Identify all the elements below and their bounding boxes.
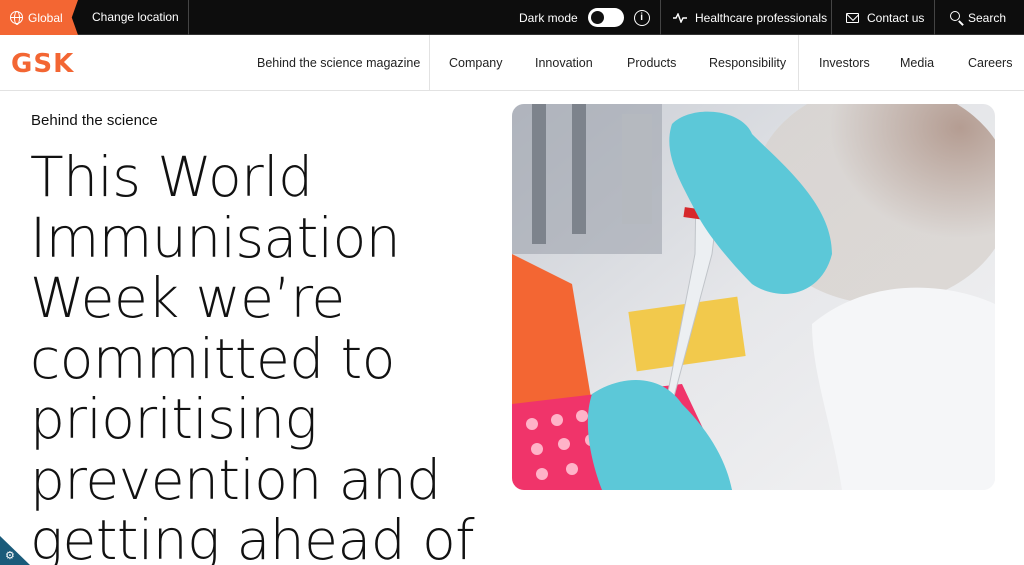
nav-products[interactable]: Products bbox=[627, 35, 676, 91]
nav-behind-the-science[interactable]: Behind the science magazine bbox=[257, 35, 420, 91]
healthcare-professionals-link[interactable]: Healthcare professionals bbox=[673, 0, 827, 35]
nav-innovation[interactable]: Innovation bbox=[535, 35, 593, 91]
healthcare-label: Healthcare professionals bbox=[695, 10, 828, 25]
hero-image bbox=[512, 104, 995, 490]
article-category[interactable]: Behind the science bbox=[31, 112, 158, 129]
dark-mode-label: Dark mode bbox=[519, 10, 578, 25]
dark-mode-control: Dark mode i bbox=[519, 0, 650, 35]
info-icon[interactable]: i bbox=[633, 9, 650, 26]
global-location-button[interactable]: Global bbox=[0, 0, 78, 35]
dark-mode-toggle[interactable] bbox=[587, 8, 624, 27]
article-hero: Behind the science This World Immunisati… bbox=[0, 91, 1024, 565]
nav-investors[interactable]: Investors bbox=[819, 35, 870, 91]
divider bbox=[831, 0, 832, 35]
divider bbox=[660, 0, 661, 35]
search-button[interactable]: Search bbox=[950, 0, 1006, 35]
divider bbox=[429, 35, 430, 91]
contact-label: Contact us bbox=[867, 10, 925, 25]
globe-icon bbox=[10, 11, 23, 25]
lab-pipette-illustration bbox=[512, 104, 995, 490]
main-navigation: GSK Behind the science magazine Company … bbox=[0, 35, 1024, 91]
change-location-link[interactable]: Change location bbox=[92, 0, 179, 35]
global-label: Global bbox=[28, 10, 63, 25]
search-icon bbox=[950, 11, 960, 21]
pulse-icon bbox=[673, 12, 687, 23]
gsk-logo[interactable]: GSK bbox=[11, 49, 74, 79]
nav-media[interactable]: Media bbox=[900, 35, 934, 91]
utility-bar: Global Change location Dark mode i Healt… bbox=[0, 0, 1024, 35]
mail-icon bbox=[846, 12, 859, 23]
nav-company[interactable]: Company bbox=[449, 35, 503, 91]
search-label: Search bbox=[968, 10, 1007, 25]
contact-us-link[interactable]: Contact us bbox=[846, 0, 924, 35]
divider bbox=[798, 35, 799, 91]
divider bbox=[934, 0, 935, 35]
divider bbox=[188, 0, 189, 35]
nav-careers[interactable]: Careers bbox=[968, 35, 1012, 91]
page-title: This World Immunisation Week we’re commi… bbox=[30, 145, 475, 565]
nav-responsibility[interactable]: Responsibility bbox=[709, 35, 786, 91]
gear-icon: ⚙ bbox=[5, 550, 15, 562]
